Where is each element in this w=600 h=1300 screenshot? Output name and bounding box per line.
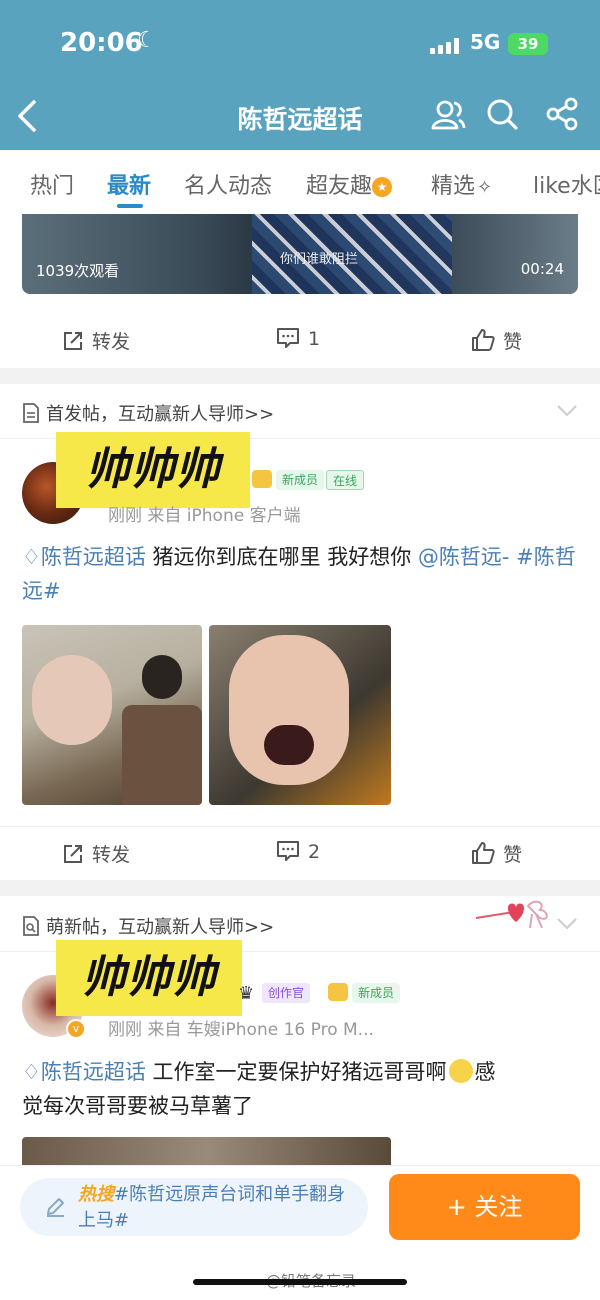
topic-label: 陈哲远超话 — [40, 545, 146, 569]
like-button[interactable]: 赞 — [471, 327, 522, 354]
comment-count: 1 — [308, 328, 321, 350]
divider — [0, 368, 600, 384]
new-member-badge: 新成员 — [276, 470, 325, 490]
image-figure — [142, 655, 182, 699]
post-meta: 刚刚 来自 iPhone 客户端 — [108, 506, 301, 526]
post-body: 工作室一定要保护好猪远哥哥啊 — [152, 1060, 447, 1084]
members-icon[interactable] — [430, 96, 466, 132]
vip-icon — [252, 470, 272, 488]
signal-icon — [430, 38, 462, 54]
tab-latest[interactable]: 最新 — [107, 168, 151, 200]
feather-icon: ✧ — [477, 177, 493, 198]
post-image[interactable] — [209, 625, 391, 805]
post-section-header[interactable]: 萌新帖，互动赢新人导师>> — [22, 913, 274, 939]
comment-count: 2 — [308, 841, 321, 863]
post-actions: 转发 2 赞 — [0, 826, 600, 878]
topic-link[interactable]: ♢陈哲远超话 — [22, 1060, 146, 1084]
chevron-down-icon[interactable] — [556, 917, 578, 931]
comment-button[interactable]: 1 — [276, 327, 320, 350]
section-label: 萌新帖，互动赢新人导师>> — [46, 917, 275, 938]
tab-water[interactable]: like水区 — [533, 168, 600, 200]
topic-link[interactable]: ♢陈哲远超话 — [22, 545, 146, 569]
topic-label: 陈哲远超话 — [40, 1060, 146, 1084]
tab-celebrity[interactable]: 名人动态 — [184, 168, 272, 200]
search-icon[interactable] — [484, 96, 520, 132]
tab-hot[interactable]: 热门 — [30, 168, 74, 200]
video-duration: 00:24 — [520, 260, 564, 278]
repost-label: 转发 — [92, 844, 131, 866]
section-label: 首发帖，互动赢新人导师>> — [46, 404, 275, 425]
creator-badge: 创作官 — [262, 983, 311, 1003]
repost-label: 转发 — [92, 331, 131, 353]
document-icon — [23, 403, 39, 423]
hot-search-text: 热搜#陈哲远原声台词和单手翻身上马# — [78, 1182, 358, 1234]
comment-button[interactable]: 2 — [276, 840, 320, 863]
post-text: ♢陈哲远超话 工作室一定要保护好猪远哥哥啊 感 觉每次哥哥要被马草薯了 — [22, 1055, 578, 1123]
home-indicator — [193, 1279, 407, 1285]
repost-button[interactable]: 转发 — [62, 327, 130, 354]
hot-tag: 热搜 — [78, 1184, 114, 1205]
bow-heart-icon — [475, 900, 548, 929]
view-count: 1039次观看 — [36, 262, 120, 280]
comment-icon — [277, 328, 299, 348]
share-icon[interactable] — [544, 96, 580, 132]
repost-button[interactable]: 转发 — [62, 840, 130, 867]
post-body: 觉每次哥哥要被马草薯了 — [22, 1094, 253, 1118]
tab-featured-label: 精选 — [431, 174, 476, 199]
repost-icon — [64, 332, 82, 350]
tab-fun-label: 超友趣 — [306, 174, 373, 199]
new-member-badge: 新成员 — [352, 983, 401, 1003]
video-subtitle: 你们谁敢阻拦 — [280, 252, 359, 267]
chevron-down-icon[interactable] — [556, 404, 578, 418]
follow-button[interactable]: + 关注 — [389, 1174, 580, 1240]
emoji-icon — [448, 1059, 473, 1083]
crown-icon: ♛ — [238, 983, 255, 1004]
online-badge: 在线 — [326, 470, 365, 490]
post-actions: 转发 1 赞 — [0, 313, 600, 365]
post-image[interactable] — [22, 625, 202, 805]
status-time: 20:06 — [60, 28, 143, 58]
image-figure — [122, 705, 202, 805]
image-figure — [32, 655, 112, 745]
tab-indicator — [117, 204, 143, 208]
edit-icon — [47, 1198, 64, 1217]
tab-fun[interactable]: 超友趣 ★ — [306, 168, 393, 200]
post-text: ♢陈哲远超话 猪远你到底在哪里 我好想你 @陈哲远- #陈哲远# — [22, 540, 578, 608]
bottom-bar: 热搜#陈哲远原声台词和单手翻身上马# + 关注 @铅笔备忘录 — [0, 1165, 600, 1300]
post-meta: 刚刚 来自 车嫂iPhone 16 Pro M... — [108, 1020, 374, 1040]
hot-hashtag: #陈哲远原声台词和单手翻身上马# — [78, 1184, 346, 1231]
sticker-overlay: 帅帅帅 — [56, 432, 250, 508]
divider — [0, 880, 600, 896]
mention-link[interactable]: @陈哲远- — [418, 545, 510, 569]
like-button[interactable]: 赞 — [471, 840, 522, 867]
hot-search-banner[interactable]: 热搜#陈哲远原声台词和单手翻身上马# — [20, 1178, 368, 1236]
top-bar: 20:06 ☾ 5G 39 陈哲远超话 — [0, 0, 600, 150]
network-label: 5G — [470, 30, 501, 54]
verified-icon: v — [66, 1019, 86, 1039]
comment-icon — [277, 841, 299, 861]
like-label: 赞 — [503, 331, 523, 353]
tab-bar: 热门 最新 名人动态 超友趣★ 精选✧ like水区 — [0, 150, 600, 212]
moon-icon: ☾ — [137, 28, 157, 53]
thumbs-up-icon — [472, 329, 495, 351]
document-search-icon — [23, 916, 39, 936]
post-body: 猪远你到底在哪里 我好想你 — [152, 545, 412, 569]
star-badge-icon: ★ — [372, 177, 393, 197]
like-label: 赞 — [503, 844, 523, 866]
repost-icon — [64, 845, 82, 863]
vip-icon — [328, 983, 348, 1001]
video-player[interactable]: 你们谁敢阻拦 1039次观看 00:24 — [22, 214, 578, 294]
post-body: 感 — [474, 1060, 496, 1084]
battery-icon: 39 — [508, 33, 548, 55]
sticker-overlay: 帅帅帅 — [56, 940, 242, 1016]
thumbs-up-icon — [472, 842, 495, 864]
tab-featured[interactable]: 精选 ✧ — [431, 168, 492, 200]
image-face — [264, 725, 314, 765]
post-section-header[interactable]: 首发帖，互动赢新人导师>> — [22, 400, 274, 426]
